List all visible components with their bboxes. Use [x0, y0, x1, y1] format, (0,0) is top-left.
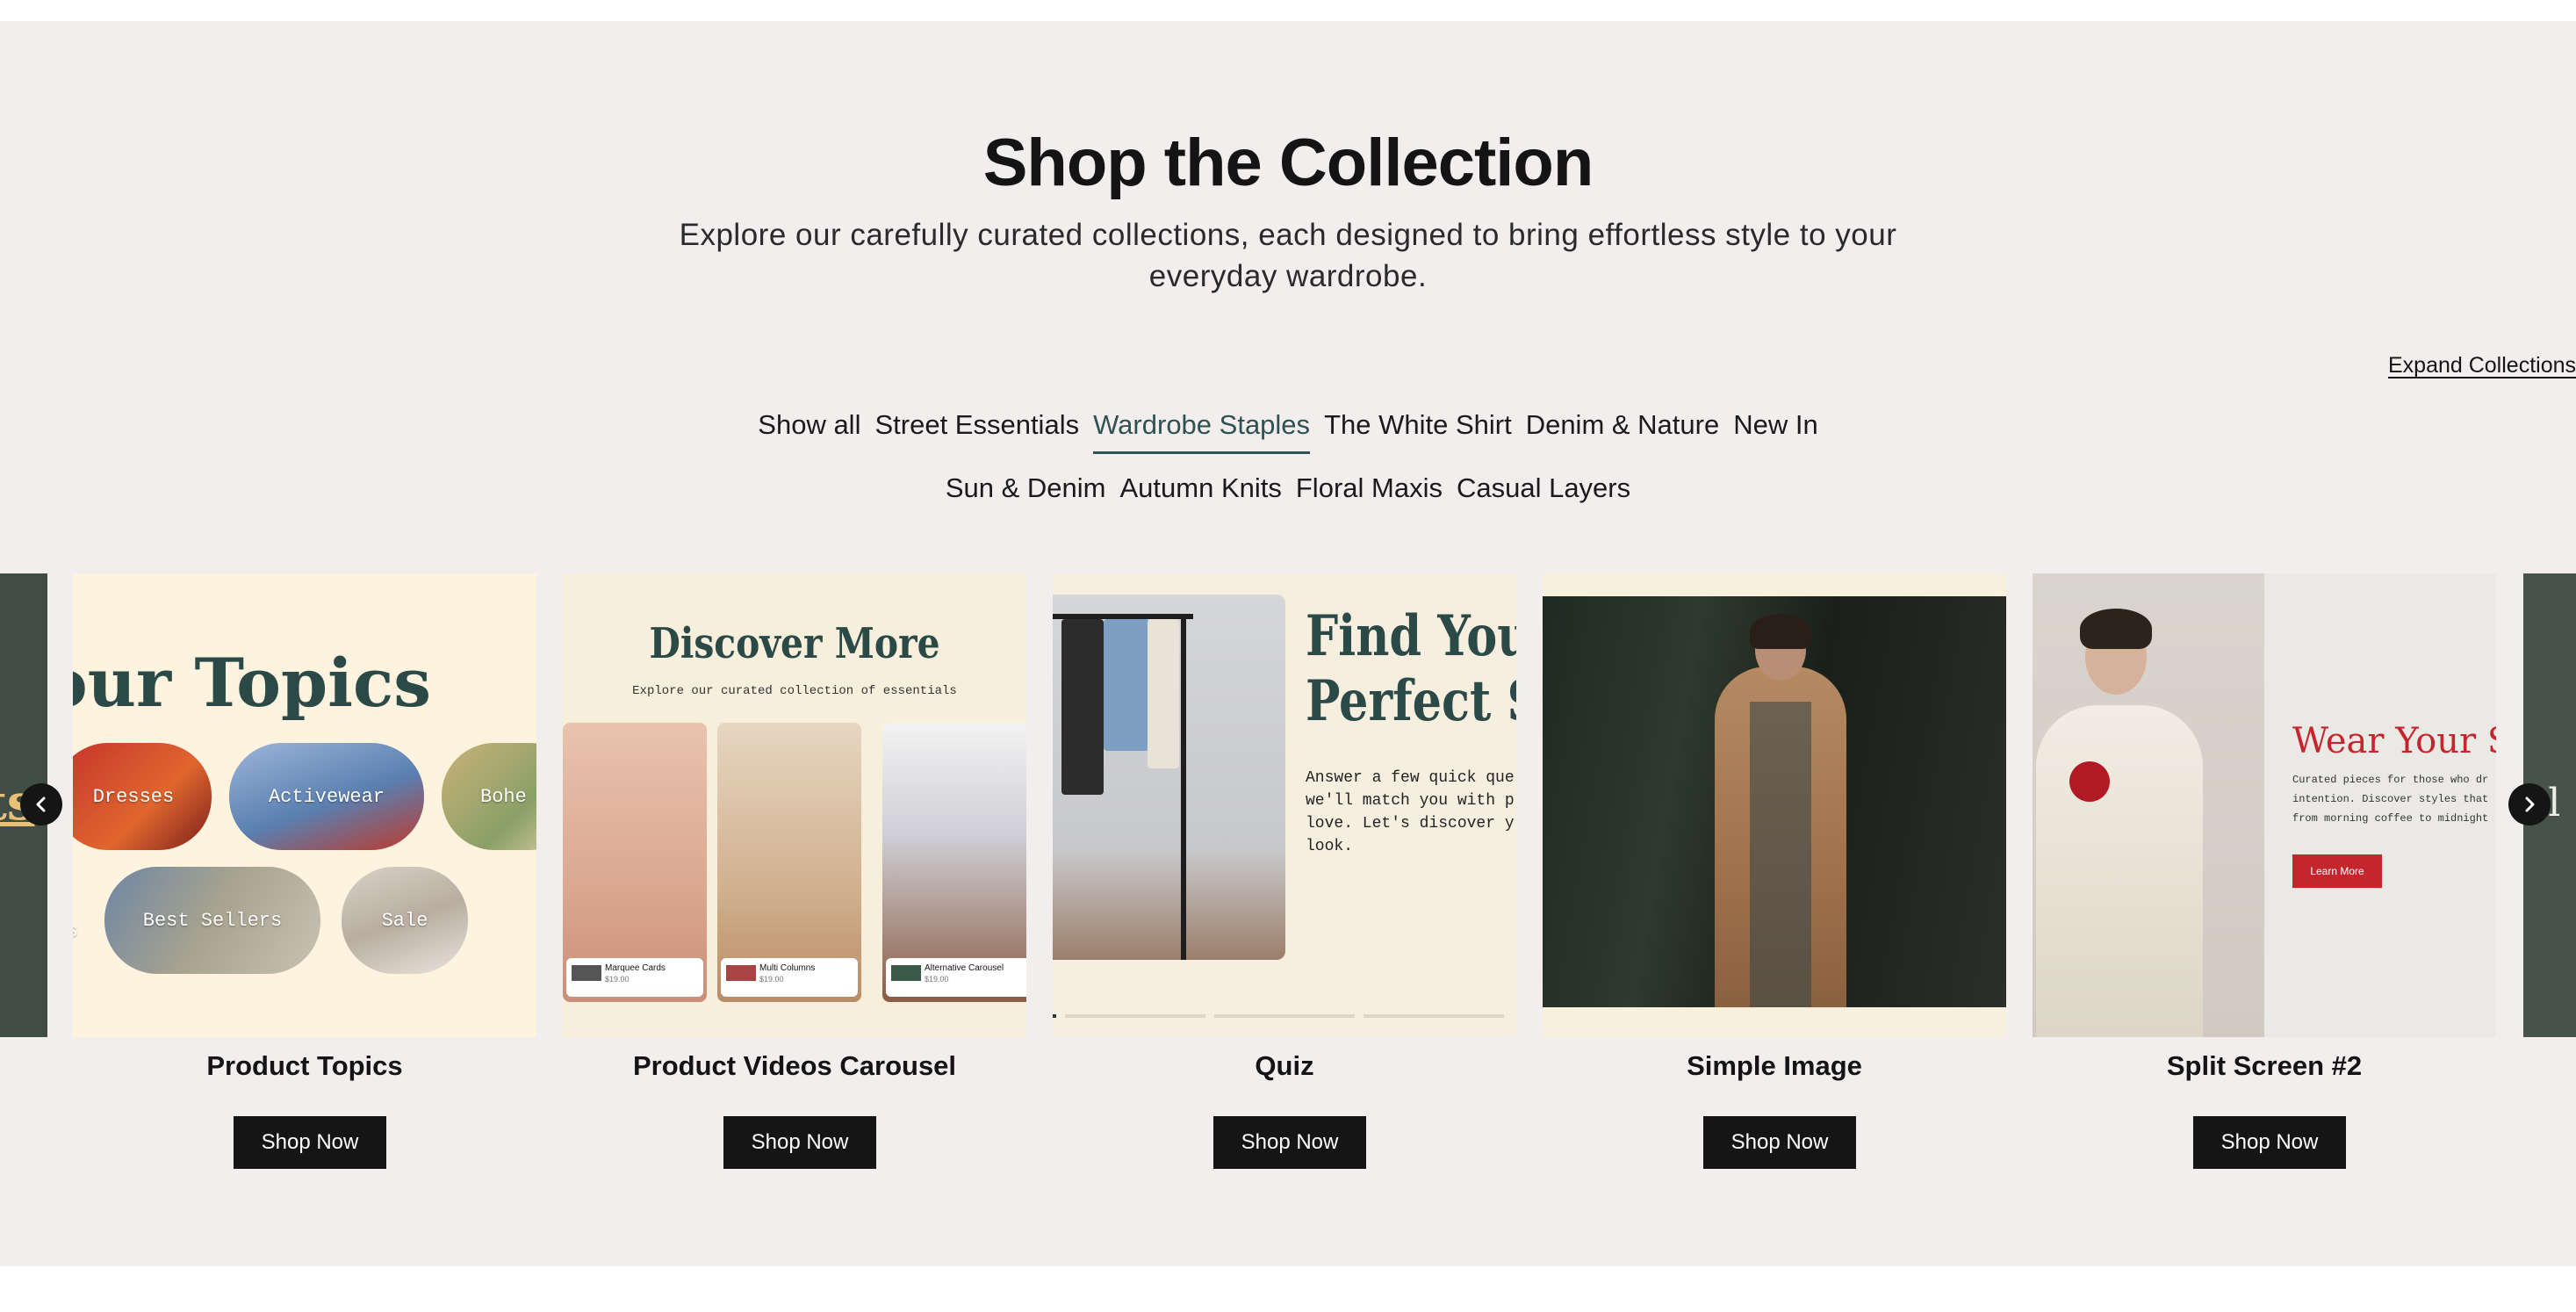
topic-pill: Bohe	[442, 743, 536, 850]
hanging-shirt	[1148, 619, 1179, 768]
card-preview-split-screen[interactable]: Wear Your S Curated pieces for those who…	[2033, 573, 2496, 1037]
section-title: Shop the Collection	[982, 126, 1594, 200]
shop-now-button[interactable]: Shop Now	[1213, 1116, 1366, 1169]
card-preview-product-topics[interactable]: our Topics Dresses Activewear Bohe Best …	[73, 573, 536, 1037]
section-subtitle: Explore our carefully curated collection…	[679, 218, 1897, 293]
quiz-body: Answer a few quick que we'll match you w…	[1306, 769, 1515, 855]
video-card: Marquee Cards $19.00	[563, 723, 707, 1002]
tab-autumn-knits[interactable]: Autumn Knits	[1120, 472, 1282, 515]
video-card: Alternative Carousel $19.00	[882, 723, 1026, 1002]
progress-segment	[1364, 1014, 1504, 1018]
topic-pill: Best Sellers	[104, 867, 320, 974]
filter-tabs-row-2: Sun & Denim Autumn Knits Floral Maxis Ca…	[0, 472, 2576, 515]
filter-tabs-row-1: Show all Street Essentials Wardrobe Stap…	[0, 409, 2576, 454]
video-card-label: Multi Columns $19.00	[721, 958, 858, 997]
expand-collections-link[interactable]: Expand Collections	[2388, 353, 2576, 378]
tab-new-in[interactable]: New In	[1733, 409, 1817, 454]
carousel-next-button[interactable]	[2508, 783, 2551, 825]
video-card-label: Alternative Carousel $19.00	[886, 958, 1026, 997]
split-heading: Wear Your S	[2292, 721, 2496, 761]
model-dress	[1750, 702, 1811, 1007]
card-title: Product Topics	[206, 1050, 403, 1081]
progress-dot	[1053, 1014, 1056, 1018]
topic-pill: Dresses	[73, 743, 212, 850]
video-card-label: Marquee Cards $19.00	[566, 958, 703, 997]
card-title: Simple Image	[1687, 1050, 1862, 1081]
split-screen-photo	[2033, 573, 2264, 1037]
tab-street-essentials[interactable]: Street Essentials	[874, 409, 1079, 454]
tab-denim-and-nature[interactable]: Denim & Nature	[1526, 409, 1720, 454]
video-card-name: Alternative Carousel	[925, 963, 1004, 973]
tab-wardrobe-staples[interactable]: Wardrobe Staples	[1093, 409, 1311, 454]
carousel-prev-button[interactable]	[20, 783, 62, 825]
shop-now-button[interactable]: Shop Now	[723, 1116, 876, 1169]
split-body: Curated pieces for those who dr intentio…	[2292, 774, 2489, 825]
quiz-heading-line-1: Find Your	[1306, 603, 1516, 669]
video-card: Multi Columns $19.00	[717, 723, 861, 1002]
chevron-right-icon	[2525, 797, 2535, 812]
video-card-price: $19.00	[759, 975, 784, 984]
simple-image-photo	[1543, 596, 2006, 1007]
tab-the-white-shirt[interactable]: The White Shirt	[1324, 409, 1512, 454]
topic-pill: Sale	[342, 867, 468, 974]
model-blazer	[2036, 705, 2203, 1037]
video-card-price: $19.00	[925, 975, 949, 984]
topic-pill: Activewear	[229, 743, 424, 850]
preview-subheading: Explore our curated collection of essent…	[632, 684, 957, 698]
clothing-rack-pole	[1181, 614, 1186, 960]
shop-now-button[interactable]: Shop Now	[234, 1116, 386, 1169]
hanging-jacket	[1104, 619, 1149, 751]
preview-heading: our Topics	[73, 644, 432, 722]
card-title: Product Videos Carousel	[632, 1050, 957, 1081]
tab-casual-layers[interactable]: Casual Layers	[1457, 472, 1630, 515]
chevron-left-icon	[36, 797, 46, 812]
model-hair	[2080, 609, 2152, 649]
video-card-name: Multi Columns	[759, 963, 816, 973]
shop-now-button[interactable]: Shop Now	[1703, 1116, 1856, 1169]
card-preview-simple-image[interactable]	[1543, 573, 2006, 1037]
hanging-jacket	[1061, 619, 1104, 795]
collection-section: Shop the Collection Explore our carefull…	[0, 21, 2576, 1266]
quiz-image	[1053, 595, 1285, 960]
tab-sun-and-denim[interactable]: Sun & Denim	[946, 472, 1106, 515]
tab-show-all[interactable]: Show all	[758, 409, 860, 454]
quiz-heading-line-2: Perfect Sty	[1306, 668, 1516, 734]
quiz-progress	[1053, 1014, 1516, 1018]
tab-floral-maxis[interactable]: Floral Maxis	[1296, 472, 1443, 515]
shop-now-button[interactable]: Shop Now	[2193, 1116, 2346, 1169]
red-flower	[2069, 761, 2110, 802]
video-card-price: $19.00	[605, 975, 630, 984]
card-preview-product-videos-carousel[interactable]: Discover More Explore our curated collec…	[563, 573, 1026, 1037]
preview-heading: Discover More	[649, 619, 940, 668]
model-hair	[1750, 614, 1811, 649]
video-card-name: Marquee Cards	[605, 963, 666, 973]
progress-segment	[1214, 1014, 1355, 1018]
card-title: Split Screen #2	[2166, 1050, 2363, 1081]
progress-segment	[1065, 1014, 1205, 1018]
card-title: Quiz	[1255, 1050, 1314, 1081]
card-preview-quiz[interactable]: Find Your Perfect Sty Answer a few quick…	[1053, 573, 1516, 1037]
learn-more-button[interactable]: Learn More	[2292, 854, 2382, 888]
